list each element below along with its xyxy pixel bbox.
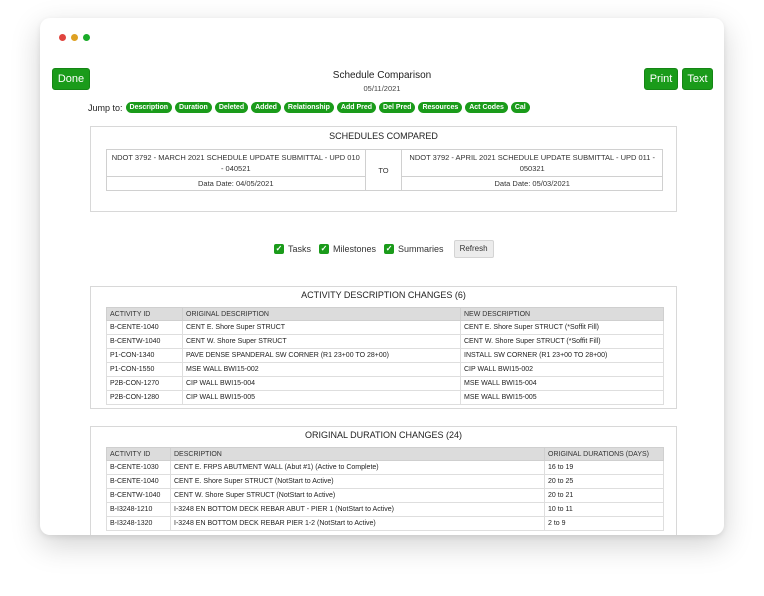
table-row: B-CENTW-1040 CENT W. Shore Super STRUCT … <box>106 488 664 503</box>
description-cell: CENT W. Shore Super STRUCT (NotStart to … <box>170 488 545 503</box>
jump-link-resources[interactable]: Resources <box>418 102 463 113</box>
column-header-description[interactable]: DESCRIPTION <box>170 447 545 461</box>
tasks-label: Tasks <box>288 244 312 254</box>
jump-to-nav: Jump to: Description Duration Deleted Ad… <box>88 102 533 113</box>
original-description-cell: CIP WALL BWI15-005 <box>182 390 461 405</box>
table-row: B-CENTW-1040 CENT W. Shore Super STRUCT … <box>106 334 664 349</box>
summaries-filter[interactable]: ✓ Summaries <box>384 244 444 254</box>
new-description-cell: MSE WALL BWI15-005 <box>460 390 664 405</box>
from-schedule-name: NDOT 3792 - MARCH 2021 SCHEDULE UPDATE S… <box>106 149 366 177</box>
activity-id-cell: B-CENTE-1040 <box>106 320 183 335</box>
jump-link-deleted[interactable]: Deleted <box>214 102 249 113</box>
milestones-checkbox[interactable]: ✓ <box>319 244 330 254</box>
duration-changes-table: ACTIVITY ID DESCRIPTION ORIGINAL DURATIO… <box>106 447 664 531</box>
table-row: B-CENTE-1040 CENT E. Shore Super STRUCT … <box>106 320 664 335</box>
text-button[interactable]: Text <box>682 68 713 90</box>
new-description-cell: CIP WALL BWI15-002 <box>460 362 664 377</box>
new-description-cell: CENT W. Shore Super STRUCT (*Soffit Fill… <box>460 334 664 349</box>
schedules-compared-panel: SCHEDULES COMPARED NDOT 3792 - MARCH 202… <box>90 126 677 212</box>
jump-link-act-codes[interactable]: Act Codes <box>465 102 508 113</box>
maximize-window-dot[interactable] <box>83 34 90 41</box>
jump-link-relationship[interactable]: Relationship <box>283 102 334 113</box>
description-cell: I-3248 EN BOTTOM DECK REBAR ABUT - PIER … <box>170 502 545 517</box>
activity-id-cell: P2B-CON-1280 <box>106 390 183 405</box>
jump-link-cal[interactable]: Cal <box>510 102 530 113</box>
table-row: B-I3248-1210 I-3248 EN BOTTOM DECK REBAR… <box>106 502 664 517</box>
to-schedule-name: NDOT 3792 - APRIL 2021 SCHEDULE UPDATE S… <box>401 149 663 177</box>
summaries-label: Summaries <box>398 244 444 254</box>
activity-id-cell: B-CENTW-1040 <box>106 334 183 349</box>
description-changes-title: ACTIVITY DESCRIPTION CHANGES (6) <box>301 290 466 300</box>
table-row: P2B-CON-1270 CIP WALL BWI15-004 MSE WALL… <box>106 376 664 391</box>
duration-change-cell: 16 to 19 <box>544 460 664 475</box>
page-date: 05/11/2021 <box>363 84 401 93</box>
jump-link-add-pred[interactable]: Add Pred <box>336 102 377 113</box>
minimize-window-dot[interactable] <box>71 34 78 41</box>
original-description-cell: MSE WALL BWI15-002 <box>182 362 461 377</box>
page-content: Done Schedule Comparison 05/11/2021 Prin… <box>40 62 724 535</box>
activity-id-cell: B-I3248-1320 <box>106 516 171 531</box>
new-description-cell: MSE WALL BWI15-004 <box>460 376 664 391</box>
close-window-dot[interactable] <box>59 34 66 41</box>
app-window: Done Schedule Comparison 05/11/2021 Prin… <box>40 18 724 535</box>
activity-id-cell: B-CENTW-1040 <box>106 488 171 503</box>
milestones-label: Milestones <box>333 244 377 254</box>
jump-link-added[interactable]: Added <box>251 102 281 113</box>
duration-changes-panel: ORIGINAL DURATION CHANGES (24) ACTIVITY … <box>90 426 677 535</box>
new-description-cell: INSTALL SW CORNER (R1 23+00 TO 28+00) <box>460 348 664 363</box>
activity-id-cell: P1-CON-1340 <box>106 348 183 363</box>
duration-change-cell: 20 to 25 <box>544 474 664 489</box>
table-row: B-CENTE-1030 CENT E. FRPS ABUTMENT WALL … <box>106 460 664 475</box>
jump-link-del-pred[interactable]: Del Pred <box>379 102 416 113</box>
to-data-date: Data Date: 05/03/2021 <box>401 176 663 191</box>
description-changes-table: ACTIVITY ID ORIGINAL DESCRIPTION NEW DES… <box>106 307 664 405</box>
column-header-new-description[interactable]: NEW DESCRIPTION <box>460 307 664 321</box>
print-button[interactable]: Print <box>644 68 678 90</box>
jump-link-description[interactable]: Description <box>125 102 173 113</box>
duration-change-cell: 10 to 11 <box>544 502 664 517</box>
description-cell: I-3248 EN BOTTOM DECK REBAR PIER 1-2 (No… <box>170 516 545 531</box>
column-header-activity-id[interactable]: ACTIVITY ID <box>106 447 171 461</box>
activity-type-filters: ✓ Tasks ✓ Milestones ✓ Summaries Refresh <box>274 240 494 258</box>
schedules-compared-title: SCHEDULES COMPARED <box>329 131 438 141</box>
new-description-cell: CENT E. Shore Super STRUCT (*Soffit Fill… <box>460 320 664 335</box>
table-row: P1-CON-1550 MSE WALL BWI15-002 CIP WALL … <box>106 362 664 377</box>
activity-id-cell: B-CENTE-1040 <box>106 474 171 489</box>
activity-id-cell: P2B-CON-1270 <box>106 376 183 391</box>
table-row: P2B-CON-1280 CIP WALL BWI15-005 MSE WALL… <box>106 390 664 405</box>
from-data-date: Data Date: 04/05/2021 <box>106 176 366 191</box>
duration-change-cell: 20 to 21 <box>544 488 664 503</box>
activity-id-cell: B-CENTE-1030 <box>106 460 171 475</box>
duration-changes-title: ORIGINAL DURATION CHANGES (24) <box>304 430 463 440</box>
jump-link-duration[interactable]: Duration <box>175 102 212 113</box>
page-title: Schedule Comparison <box>332 70 432 81</box>
description-changes-panel: ACTIVITY DESCRIPTION CHANGES (6) ACTIVIT… <box>90 286 677 409</box>
column-header-original-description[interactable]: ORIGINAL DESCRIPTION <box>182 307 461 321</box>
jump-to-label: Jump to: <box>88 102 123 113</box>
description-cell: CENT E. Shore Super STRUCT (NotStart to … <box>170 474 545 489</box>
to-label: TO <box>364 149 403 191</box>
description-cell: CENT E. FRPS ABUTMENT WALL (Abut #1) (Ac… <box>170 460 545 475</box>
original-description-cell: PAVE DENSE SPANDERAL SW CORNER (R1 23+00… <box>182 348 461 363</box>
column-header-activity-id[interactable]: ACTIVITY ID <box>106 307 183 321</box>
tasks-checkbox[interactable]: ✓ <box>274 244 284 254</box>
refresh-button[interactable]: Refresh <box>453 240 494 258</box>
duration-change-cell: 2 to 9 <box>544 516 664 531</box>
column-header-original-durations[interactable]: ORIGINAL DURATIONS (DAYS) <box>544 447 664 461</box>
title-bar <box>40 18 724 62</box>
table-header-row: ACTIVITY ID DESCRIPTION ORIGINAL DURATIO… <box>106 447 664 461</box>
milestones-filter[interactable]: ✓ Milestones <box>319 244 376 254</box>
activity-id-cell: P1-CON-1550 <box>106 362 183 377</box>
original-description-cell: CIP WALL BWI15-004 <box>182 376 461 391</box>
schedules-compared-table: NDOT 3792 - MARCH 2021 SCHEDULE UPDATE S… <box>106 149 663 191</box>
table-row: B-I3248-1320 I-3248 EN BOTTOM DECK REBAR… <box>106 516 664 531</box>
tasks-filter[interactable]: ✓ Tasks <box>274 244 311 254</box>
original-description-cell: CENT E. Shore Super STRUCT <box>182 320 461 335</box>
original-description-cell: CENT W. Shore Super STRUCT <box>182 334 461 349</box>
activity-id-cell: B-I3248-1210 <box>106 502 171 517</box>
table-row: B-CENTE-1040 CENT E. Shore Super STRUCT … <box>106 474 664 489</box>
table-header-row: ACTIVITY ID ORIGINAL DESCRIPTION NEW DES… <box>106 307 664 321</box>
table-row: P1-CON-1340 PAVE DENSE SPANDERAL SW CORN… <box>106 348 664 363</box>
summaries-checkbox[interactable]: ✓ <box>384 244 395 254</box>
